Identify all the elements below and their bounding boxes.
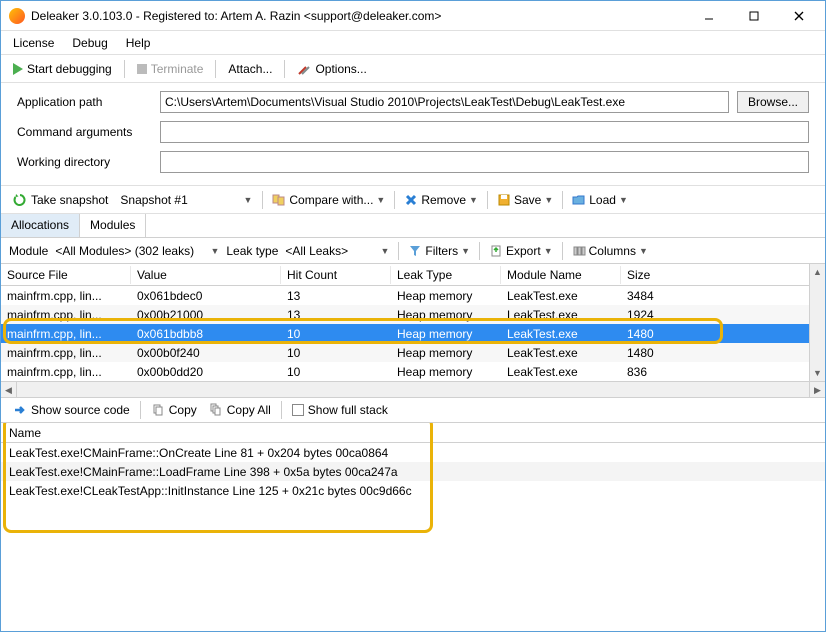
stack-row[interactable]: LeakTest.exe!CLeakTestApp::InitInstance … <box>1 481 825 500</box>
compare-button[interactable]: Compare with...▼ <box>269 191 388 209</box>
leak-table: Source File Value Hit Count Leak Type Mo… <box>1 264 825 397</box>
scroll-right-icon[interactable]: ▶ <box>809 382 825 398</box>
close-button[interactable] <box>776 2 821 30</box>
table-body: mainfrm.cpp, lin...0x061bdec013Heap memo… <box>1 286 825 381</box>
filter-icon <box>408 244 422 258</box>
save-icon <box>497 193 511 207</box>
copy-all-icon <box>209 403 223 417</box>
menubar: License Debug Help <box>1 31 825 55</box>
compare-icon <box>272 193 286 207</box>
columns-button[interactable]: Columns▼ <box>569 242 651 260</box>
table-row[interactable]: mainfrm.cpp, lin...0x061bdbb810Heap memo… <box>1 324 825 343</box>
stack-body: LeakTest.exe!CMainFrame::OnCreate Line 8… <box>1 443 825 631</box>
stack-header: Name <box>1 423 825 443</box>
tab-allocations[interactable]: Allocations <box>1 214 80 237</box>
columns-icon <box>572 244 586 258</box>
table-row[interactable]: mainfrm.cpp, lin...0x00b0f24010Heap memo… <box>1 343 825 362</box>
leaktype-label: Leak type <box>226 244 278 258</box>
copy-all-button[interactable]: Copy All <box>205 401 275 419</box>
module-combo[interactable]: <All Modules> (302 leaks)▼ <box>52 242 222 260</box>
separator <box>215 60 216 78</box>
col-leak-type[interactable]: Leak Type <box>391 266 501 284</box>
col-module-name[interactable]: Module Name <box>501 266 621 284</box>
app-path-label: Application path <box>17 95 152 109</box>
module-label: Module <box>9 244 48 258</box>
terminate-button[interactable]: Terminate <box>133 60 208 78</box>
export-button[interactable]: Export▼ <box>486 242 556 260</box>
filters-button[interactable]: Filters▼ <box>405 242 473 260</box>
stack-row[interactable]: LeakTest.exe!CMainFrame::LoadFrame Line … <box>1 462 825 481</box>
load-button[interactable]: Load▼ <box>569 191 631 209</box>
copy-icon <box>151 403 165 417</box>
debug-toolbar: Start debugging Terminate Attach... Opti… <box>1 55 825 83</box>
scroll-up-icon[interactable]: ▲ <box>810 264 825 280</box>
cmd-args-label: Command arguments <box>17 125 152 139</box>
menu-debug[interactable]: Debug <box>72 36 107 50</box>
options-icon <box>297 62 311 76</box>
leaktype-combo[interactable]: <All Leaks>▼ <box>282 242 392 260</box>
col-source-file[interactable]: Source File <box>1 266 131 284</box>
show-source-button[interactable]: Show source code <box>9 401 134 419</box>
start-debugging-button[interactable]: Start debugging <box>9 60 116 78</box>
stack-toolbar: Show source code Copy Copy All Show full… <box>1 397 825 423</box>
titlebar: Deleaker 3.0.103.0 - Registered to: Arte… <box>1 1 825 31</box>
col-hit-count[interactable]: Hit Count <box>281 266 391 284</box>
separator <box>124 60 125 78</box>
load-icon <box>572 193 586 207</box>
separator <box>284 60 285 78</box>
stop-icon <box>137 64 147 74</box>
table-row[interactable]: mainfrm.cpp, lin...0x00b2100013Heap memo… <box>1 305 825 324</box>
workdir-label: Working directory <box>17 155 152 169</box>
export-icon <box>489 244 503 258</box>
col-name[interactable]: Name <box>9 426 41 440</box>
menu-license[interactable]: License <box>13 36 54 50</box>
table-header: Source File Value Hit Count Leak Type Mo… <box>1 264 825 286</box>
table-row[interactable]: mainfrm.cpp, lin...0x061bdec013Heap memo… <box>1 286 825 305</box>
scroll-down-icon[interactable]: ▼ <box>810 365 825 381</box>
show-full-stack-checkbox[interactable]: Show full stack <box>288 401 392 419</box>
browse-button[interactable]: Browse... <box>737 91 809 113</box>
filter-toolbar: Module <All Modules> (302 leaks)▼ Leak t… <box>1 238 825 264</box>
target-form: Application path Browse... Command argum… <box>1 83 825 186</box>
remove-icon <box>404 193 418 207</box>
col-value[interactable]: Value <box>131 266 281 284</box>
copy-button[interactable]: Copy <box>147 401 201 419</box>
menu-help[interactable]: Help <box>126 36 151 50</box>
checkbox-icon <box>292 404 304 416</box>
cmd-args-input[interactable] <box>160 121 809 143</box>
minimize-button[interactable] <box>686 2 731 30</box>
vertical-scrollbar[interactable]: ▲ ▼ <box>809 264 825 381</box>
remove-button[interactable]: Remove▼ <box>401 191 481 209</box>
app-path-input[interactable] <box>160 91 729 113</box>
table-row[interactable]: mainfrm.cpp, lin...0x00b0dd2010Heap memo… <box>1 362 825 381</box>
stack-pane: Name LeakTest.exe!CMainFrame::OnCreate L… <box>1 423 825 631</box>
snapshot-toolbar: Take snapshot Snapshot #1 ▼ Compare with… <box>1 186 825 214</box>
attach-button[interactable]: Attach... <box>224 60 276 78</box>
save-button[interactable]: Save▼ <box>494 191 556 209</box>
window-title: Deleaker 3.0.103.0 - Registered to: Arte… <box>31 9 686 23</box>
workdir-input[interactable] <box>160 151 809 173</box>
tab-modules[interactable]: Modules <box>80 214 146 237</box>
app-icon <box>9 8 25 24</box>
snapshot-selector[interactable]: Snapshot #1 ▼ <box>116 191 256 209</box>
col-size[interactable]: Size <box>621 266 825 284</box>
stack-row[interactable]: LeakTest.exe!CMainFrame::OnCreate Line 8… <box>1 443 825 462</box>
horizontal-scrollbar[interactable]: ◀ ▶ <box>1 381 825 397</box>
arrow-right-icon <box>13 403 27 417</box>
app-window: Deleaker 3.0.103.0 - Registered to: Arte… <box>0 0 826 632</box>
scroll-left-icon[interactable]: ◀ <box>1 382 17 398</box>
take-snapshot-button[interactable]: Take snapshot <box>9 191 112 209</box>
chevron-down-icon: ▼ <box>243 195 252 205</box>
play-icon <box>13 63 23 75</box>
options-button[interactable]: Options... <box>293 60 370 78</box>
maximize-button[interactable] <box>731 2 776 30</box>
refresh-icon <box>13 193 27 207</box>
result-tabs: Allocations Modules <box>1 214 825 238</box>
